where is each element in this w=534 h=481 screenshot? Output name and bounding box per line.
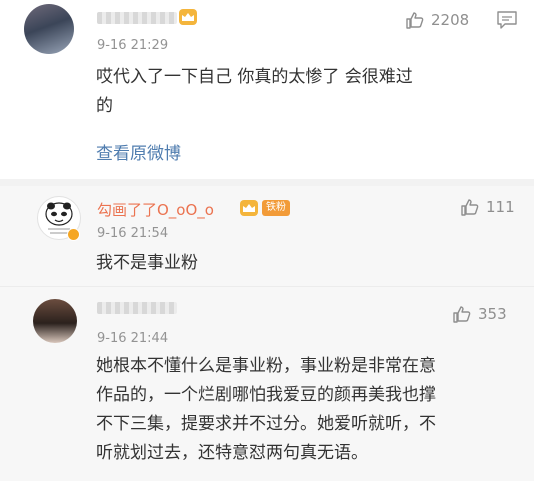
comment-text-line: 她根本不懂什么是事业粉，事业粉是非常在意	[96, 356, 436, 376]
comment-text-line: 听就划过去，还特意怼两句真无语。	[96, 443, 368, 463]
comment-text: 她根本不懂什么是事业粉，事业粉是非常在意 作品的，一个烂剧哪怕我爱豆的颜再美我也…	[96, 352, 516, 468]
thumbs-up-icon	[406, 12, 424, 29]
crown-badge-icon	[179, 9, 197, 25]
comment-text: 哎代入了一下自己 你真的太惨了 会很难过 的	[96, 63, 516, 121]
like-button[interactable]: 353	[452, 304, 507, 324]
like-button[interactable]: 2208	[405, 10, 469, 30]
like-button[interactable]: 111	[460, 197, 515, 217]
comment-text-line: 我不是事业粉	[96, 253, 198, 273]
crown-badge-icon	[240, 200, 258, 216]
avatar[interactable]	[24, 4, 74, 54]
comment-card-2: 勾画了了O_oO_o 铁粉 9-16 21:54 111 我不是事业粉	[0, 186, 534, 286]
username[interactable]: 勾画了了O_oO_o	[97, 199, 214, 220]
comment-text: 我不是事业粉	[96, 249, 516, 278]
comment-card-3: 9-16 21:44 353 她根本不懂什么是事业粉，事业粉是非常在意 作品的，…	[0, 286, 534, 481]
separator	[0, 179, 534, 186]
fan-badge: 铁粉	[262, 200, 290, 216]
blurred-username	[97, 302, 177, 314]
like-count: 2208	[431, 11, 470, 29]
like-count: 353	[478, 305, 507, 323]
avatar[interactable]	[33, 299, 77, 343]
comment-time: 9-16 21:44	[97, 331, 169, 346]
comment-icon[interactable]	[496, 10, 518, 34]
comment-card-1: 9-16 21:29 2208 哎代入了一下自己 你真的太惨了 会很难过 的 查…	[0, 0, 534, 179]
thumbs-up-icon	[453, 306, 471, 323]
thumbs-up-icon	[461, 199, 479, 216]
comment-time: 9-16 21:29	[97, 38, 169, 53]
comment-text-line: 不下三集，提要求并不过分。她爱听就听，不	[96, 414, 436, 434]
comment-time: 9-16 21:54	[97, 226, 169, 241]
comment-text-line: 哎代入了一下自己 你真的太惨了 会很难过	[96, 67, 413, 87]
like-count: 111	[486, 198, 515, 216]
comment-text-line: 的	[96, 96, 113, 116]
comment-text-line: 作品的，一个烂剧哪怕我爱豆的颜再美我也撑	[96, 385, 436, 405]
blurred-username	[97, 12, 177, 24]
view-original-link[interactable]: 查看原微博	[96, 139, 181, 164]
verified-icon	[67, 228, 80, 241]
